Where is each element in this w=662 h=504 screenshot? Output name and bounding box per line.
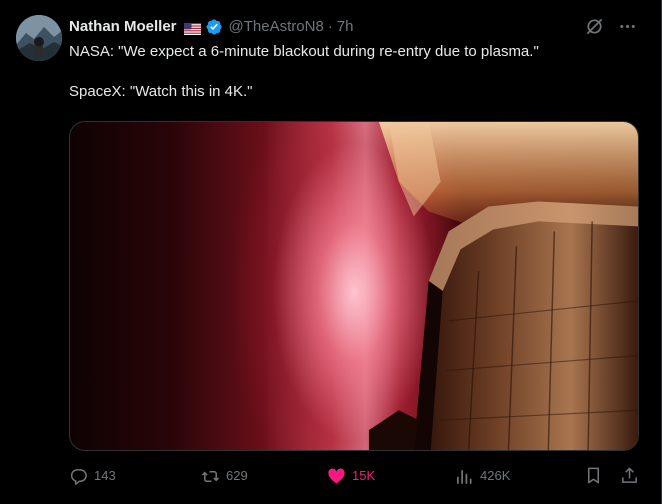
separator-dot: ·: [327, 18, 333, 35]
like-button[interactable]: 15K: [327, 466, 375, 486]
tweet-text-line: SpaceX: "Watch this in 4K.": [69, 83, 253, 100]
views-count: 426K: [480, 468, 511, 483]
action-bar: 143 629 15K 426K: [69, 466, 639, 488]
share-button[interactable]: [620, 466, 639, 485]
bookmark-icon: [584, 466, 603, 485]
grok-icon[interactable]: [585, 17, 604, 36]
tweet-text-line: NASA: "We expect a 6-minute blackout dur…: [69, 43, 539, 60]
reply-button[interactable]: 143: [69, 466, 116, 486]
tweet[interactable]: Nathan Moeller @TheAstroN8 · 7h NASA: "W…: [0, 0, 662, 504]
top-actions: [585, 17, 637, 36]
heart-icon: [327, 467, 346, 486]
retweet-icon: [201, 467, 220, 486]
retweet-count: 629: [226, 468, 248, 483]
views-icon: [455, 467, 474, 486]
tweet-text: NASA: "We expect a 6-minute blackout dur…: [69, 42, 639, 102]
like-count: 15K: [352, 468, 376, 483]
author-handle[interactable]: @TheAstroN8: [229, 17, 324, 37]
more-icon[interactable]: [618, 17, 637, 36]
reply-icon: [69, 467, 88, 486]
media-image[interactable]: [69, 121, 639, 451]
verified-badge-icon[interactable]: [205, 18, 223, 36]
views-button[interactable]: 426K: [455, 466, 510, 486]
display-name[interactable]: Nathan Moeller: [69, 17, 177, 37]
us-flag-icon: [183, 21, 201, 35]
retweet-button[interactable]: 629: [201, 466, 248, 486]
share-icon: [620, 466, 639, 485]
post-time[interactable]: 7h: [337, 17, 354, 37]
avatar[interactable]: [16, 15, 62, 61]
tweet-header: Nathan Moeller @TheAstroN8 · 7h: [69, 17, 353, 37]
bookmark-button[interactable]: [584, 466, 603, 485]
reply-count: 143: [94, 468, 116, 483]
